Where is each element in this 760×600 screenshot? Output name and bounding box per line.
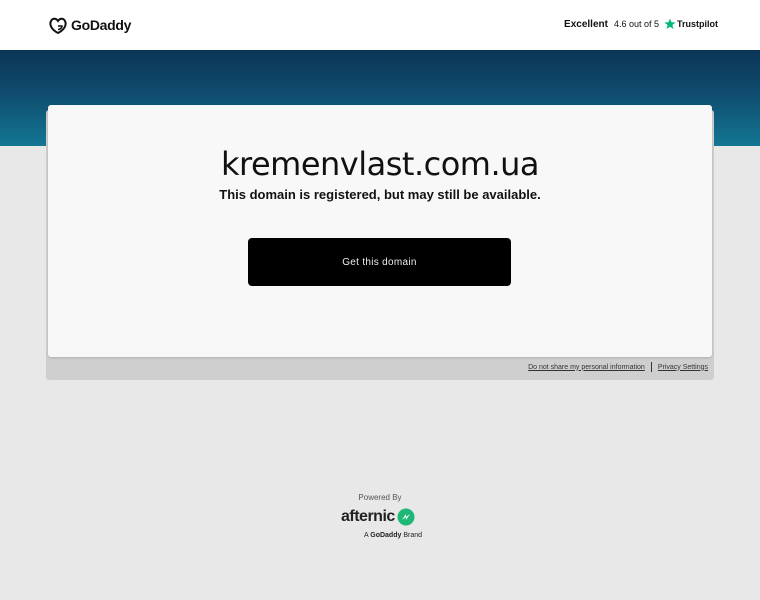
godaddy-logo-icon <box>49 17 67 35</box>
domain-name: kremenvlast.com.ua <box>220 145 540 183</box>
link-divider <box>650 362 652 372</box>
afternic-logo-icon <box>397 508 415 526</box>
afternic-logo[interactable]: afternic <box>341 508 415 526</box>
brand-name: GoDaddy <box>370 532 402 539</box>
domain-status: This domain is registered, but may still… <box>219 187 541 202</box>
do-not-share-link[interactable]: Do not share my personal information <box>528 364 645 371</box>
trustpilot-label: Trustpilot <box>677 19 718 29</box>
get-domain-button[interactable]: Get this domain <box>248 238 511 286</box>
afternic-text: afternic <box>341 508 395 525</box>
privacy-settings-link[interactable]: Privacy Settings <box>658 364 708 371</box>
top-header: GoDaddy Excellent 4.6 out of 5 Trustpilo… <box>0 0 760 50</box>
logo-text: GoDaddy <box>71 17 132 33</box>
powered-by-label: Powered By <box>358 493 402 502</box>
footer-links: Do not share my personal information Pri… <box>528 362 708 372</box>
star-icon <box>664 18 676 29</box>
brand-suffix: Brand <box>403 532 423 539</box>
godaddy-brand-tagline: A GoDaddy Brand <box>364 532 422 539</box>
trustpilot-rating[interactable]: Excellent 4.6 out of 5 Trustpilot <box>564 18 718 30</box>
brand-prefix: A <box>364 532 369 539</box>
godaddy-logo[interactable]: GoDaddy <box>48 15 131 35</box>
domain-card: kremenvlast.com.ua This domain is regist… <box>48 105 712 357</box>
rating-score: 4.6 out of 5 <box>613 19 659 29</box>
rating-label: Excellent <box>564 18 608 30</box>
